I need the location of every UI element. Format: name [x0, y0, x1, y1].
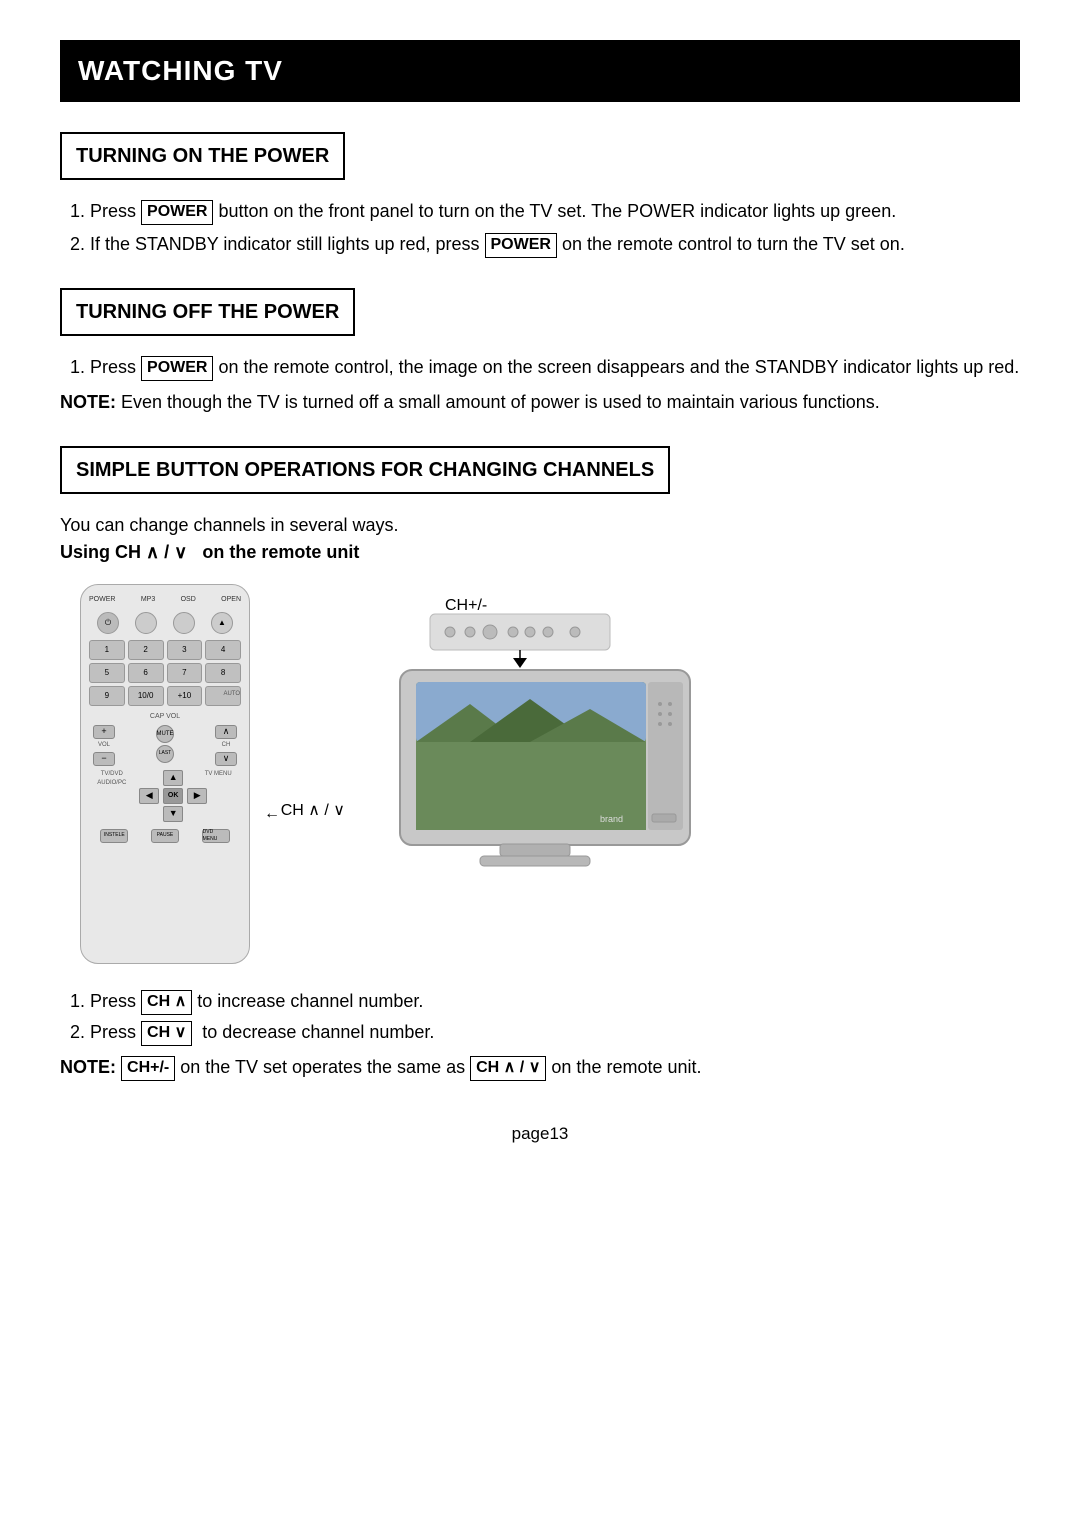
vol-col: + VOL − — [93, 725, 115, 766]
mute-col: MUTE LAST — [156, 725, 174, 766]
num-plus10[interactable]: +10 — [167, 686, 203, 706]
ch-arrow-pointer: ← — [264, 802, 280, 826]
vol-down[interactable]: − — [93, 752, 115, 766]
illustrations: POWER MP3 OSD OPEN ⏻ ▲ 1 2 3 4 — [60, 584, 1020, 964]
num-10[interactable]: 10/0 — [128, 686, 164, 706]
dpad-empty-bl — [139, 806, 161, 822]
section-header-channels: SIMPLE BUTTON OPERATIONS FOR CHANGING CH… — [60, 446, 670, 494]
turning-on-item-1: Press POWER button on the front panel to… — [90, 198, 1020, 225]
section-header-turning-off: TURNING OFF THE POWER — [60, 288, 355, 336]
ch-down-key: CH ∨ — [141, 1021, 192, 1046]
page-title-bar: WATCHING TV — [60, 40, 1020, 102]
num-9[interactable]: 9 — [89, 686, 125, 706]
num-7[interactable]: 7 — [167, 663, 203, 683]
vol-up[interactable]: + — [93, 725, 115, 739]
section-header-turning-on: TURNING ON THE POWER — [60, 132, 345, 180]
dvdmenu-btn[interactable]: DVD MENU — [202, 829, 230, 843]
ch-arrow-label: CH ∧ / ∨ — [281, 799, 345, 823]
pause-btn[interactable]: PAUSE — [151, 829, 179, 843]
dpad-down[interactable]: ▼ — [163, 806, 183, 822]
num-2[interactable]: 2 — [128, 640, 164, 660]
remote-vol-ch: + VOL − MUTE LAST ∧ CH ∨ — [89, 725, 241, 766]
label-power: POWER — [89, 595, 115, 606]
ch-col: ∧ CH ∨ — [215, 725, 237, 766]
dpad-empty-tl — [139, 770, 161, 786]
open-button[interactable]: ▲ — [211, 612, 233, 634]
ch-arrows-key: CH ∧ / ∨ — [470, 1056, 546, 1081]
power-key-2: POWER — [485, 233, 557, 258]
mp3-button[interactable] — [135, 612, 157, 634]
turning-off-note: NOTE: Even though the TV is turned off a… — [60, 389, 1020, 416]
remote-numpad: 1 2 3 4 5 6 7 8 9 10/0 +10 AUTO — [89, 640, 241, 706]
dpad-ok[interactable]: OK — [163, 788, 183, 804]
power-button[interactable]: ⏻ — [97, 612, 119, 634]
remote-func-row: TV/DVDAUDIO/PC ▲ ◀ OK ▶ ▼ — [89, 770, 241, 822]
instele-btn[interactable]: INSTELE — [100, 829, 128, 843]
dpad-area: ▲ ◀ OK ▶ ▼ — [139, 770, 191, 822]
remote-bot-row: INSTELE PAUSE DVD MENU — [89, 829, 241, 843]
turning-off-list: Press POWER on the remote control, the i… — [90, 354, 1020, 381]
remote-control: POWER MP3 OSD OPEN ⏻ ▲ 1 2 3 4 — [80, 584, 250, 964]
num-4[interactable]: 4 — [205, 640, 241, 660]
power-key-3: POWER — [141, 356, 213, 381]
mute-btn[interactable]: MUTE — [156, 725, 174, 743]
ch-plus-key: CH+/- — [121, 1056, 175, 1081]
section-channels: SIMPLE BUTTON OPERATIONS FOR CHANGING CH… — [60, 446, 1020, 1081]
power-key-1: POWER — [141, 200, 213, 225]
channel-note-1: Press CH ∧ to increase channel number. — [90, 988, 1020, 1015]
vol-label: VOL — [98, 741, 110, 750]
num-5[interactable]: 5 — [89, 663, 125, 683]
num-3[interactable]: 3 — [167, 640, 203, 660]
cap-vol-label: CAP VOL — [89, 712, 241, 723]
tv-illustration: brand — [370, 594, 710, 874]
remote-bottom: TV/DVDAUDIO/PC ▲ ◀ OK ▶ ▼ — [89, 770, 241, 843]
channel-notes-list: Press CH ∧ to increase channel number. P… — [90, 988, 1020, 1046]
label-mp3: MP3 — [141, 595, 155, 606]
ch-up-key: CH ∧ — [141, 990, 192, 1015]
page-title: WATCHING TV — [78, 55, 283, 86]
channels-intro: You can change channels in several ways. — [60, 512, 1020, 539]
dpad-up[interactable]: ▲ — [163, 770, 183, 786]
using-ch-label: Using CH ∧ / ∨ on the remote unit — [60, 539, 1020, 566]
ch-label-small: CH — [222, 741, 231, 750]
svg-text:brand: brand — [600, 814, 623, 824]
ch-down-btn[interactable]: ∨ — [215, 752, 237, 766]
channel-note-bottom: NOTE: CH+/- on the TV set operates the s… — [60, 1054, 1020, 1081]
turning-on-item-2: If the STANDBY indicator still lights up… — [90, 231, 1020, 258]
channel-note-2: Press CH ∨ to decrease channel number. — [90, 1019, 1020, 1046]
ch-plus-label: CH+/- — [445, 594, 487, 618]
label-osd: OSD — [181, 595, 196, 606]
dpad-left[interactable]: ◀ — [139, 788, 159, 804]
osd-button[interactable] — [173, 612, 195, 634]
last-btn[interactable]: LAST — [156, 745, 174, 763]
bottom-notes: Press CH ∧ to increase channel number. P… — [60, 988, 1020, 1081]
tv-container: CH+/- — [370, 594, 710, 882]
num-6[interactable]: 6 — [128, 663, 164, 683]
remote-top-labels: POWER MP3 OSD OPEN — [89, 595, 241, 606]
tvmenu-btn[interactable]: TV MENU — [195, 770, 241, 822]
section-turning-off: TURNING OFF THE POWER Press POWER on the… — [60, 288, 1020, 416]
auto-btn[interactable]: AUTO — [205, 686, 241, 706]
remote-container: POWER MP3 OSD OPEN ⏻ ▲ 1 2 3 4 — [60, 584, 270, 964]
remote-top-circles: ⏻ ▲ — [89, 612, 241, 634]
label-open: OPEN — [221, 595, 241, 606]
ch-up-btn[interactable]: ∧ — [215, 725, 237, 739]
num-1[interactable]: 1 — [89, 640, 125, 660]
page-number: page13 — [60, 1121, 1020, 1147]
section-turning-on: TURNING ON THE POWER Press POWER button … — [60, 132, 1020, 258]
turning-off-item-1: Press POWER on the remote control, the i… — [90, 354, 1020, 381]
num-8[interactable]: 8 — [205, 663, 241, 683]
tvdvd-btn[interactable]: TV/DVDAUDIO/PC — [89, 770, 135, 822]
turning-on-list: Press POWER button on the front panel to… — [90, 198, 1020, 258]
